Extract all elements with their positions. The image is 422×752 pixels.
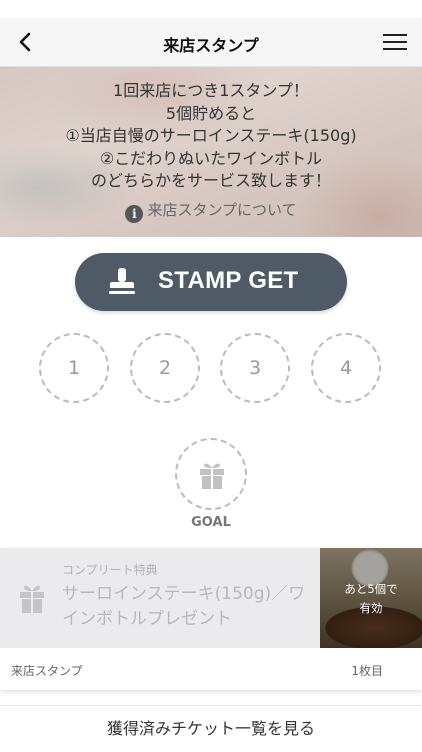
hero-banner: 1回来店につき1スタンプ！ 5個貯めると ①当店自慢のサーロインステーキ(150… [0,67,422,237]
stamp-slot-number: 3 [248,357,262,379]
card-footer-label: 来店スタンプ [11,664,83,678]
reward-remaining-line2: 有効 [359,601,383,615]
stamp-slot-number: 4 [339,357,353,379]
goal-stamp-slot [175,438,247,510]
stamp-slot-4: 4 [311,333,381,403]
stamp-icon [109,268,135,294]
reward-title: サーロインステーキ(150g)／ワインボトルプレゼント [62,584,306,629]
hamburger-menu-icon[interactable] [382,30,408,54]
stamp-slot-number: 2 [158,357,172,379]
reward-remaining-line1: あと5個で [344,582,398,596]
gift-icon [20,585,44,613]
stamp-slot-1: 1 [39,333,109,403]
hero-line: 5個貯めると [165,103,257,123]
reward-card-body: コンプリート特典 サーロインステーキ(150g)／ワインボトルプレゼント [0,548,320,648]
page-title: 来店スタンプ [163,36,259,55]
hero-line: のどちらかをサービス致します！ [90,171,331,190]
stamp-slot-2: 2 [130,333,200,403]
stamp-slot-number: 1 [67,357,81,379]
info-icon: i [125,205,144,223]
hero-line: 1回来店につき1スタンプ！ [113,81,309,100]
goal-label: GOAL [191,515,231,530]
nav-bar: 来店スタンプ [0,18,422,67]
hero-line: ②こだわりぬいたワインボトル [99,148,323,168]
stamp-info-link[interactable]: i 来店スタンプについて [0,199,422,223]
hero-line: ①当店自慢のサーロインステーキ(150g) [65,126,357,145]
card-footer-count: 1枚目 [351,664,383,678]
reward-subtitle: コンプリート特典 [62,563,158,577]
hero-description: 1回来店につき1スタンプ！ 5個貯めると ①当店自慢のサーロインステーキ(150… [0,80,422,193]
status-bar [0,0,422,18]
stamp-info-label: 来店スタンプについて [147,201,297,219]
stamp-get-button[interactable]: STAMP GET [75,253,347,311]
reward-photo: あと5個で 有効 [320,548,422,648]
reward-card: コンプリート特典 サーロインステーキ(150g)／ワインボトルプレゼント あと5… [0,548,422,690]
gift-icon [200,463,224,489]
stamp-get-label: STAMP GET [158,267,299,294]
reward-remaining-text: あと5個で 有効 [320,580,422,618]
stamp-slot-3: 3 [220,333,290,403]
ticket-list-link[interactable]: 獲得済みチケット一覧を見る [0,705,422,751]
